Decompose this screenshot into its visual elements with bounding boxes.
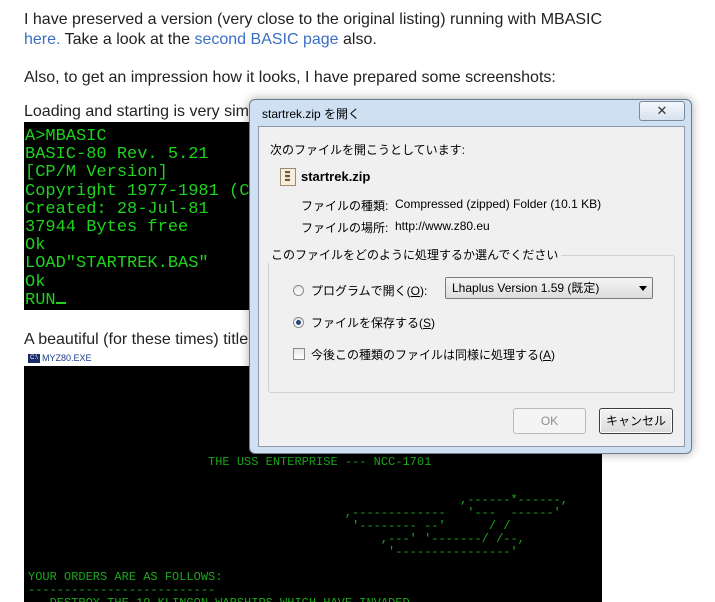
terminal-text: A>MBASIC BASIC-80 Rev. 5.21 [CP/M Versio… — [25, 127, 250, 310]
program-select[interactable]: Lhaplus Version 1.59 (既定) — [445, 277, 653, 299]
file-location-label: ファイルの場所: — [301, 221, 389, 235]
remember-choice-label[interactable]: 今後この種類のファイルは同様に処理する(A) — [311, 346, 555, 363]
ok-button[interactable]: OK — [513, 408, 586, 434]
screenshots-paragraph: Also, to get an impression how it looks,… — [24, 69, 556, 86]
save-file-label[interactable]: ファイルを保存する(S) — [311, 314, 435, 331]
action-question: このファイルをどのように処理するか選んでください — [268, 246, 562, 263]
dialog-body: 次のファイルを開こうとしています: startrek.zip ファイルの種類: … — [258, 126, 685, 447]
file-name: startrek.zip — [301, 169, 371, 184]
chevron-down-icon — [639, 286, 647, 291]
open-with-label[interactable]: プログラムで開く(O): — [311, 282, 427, 299]
cancel-button[interactable]: キャンセル — [599, 408, 673, 434]
file-type-label: ファイルの種類: — [301, 199, 389, 213]
zip-file-icon — [280, 168, 296, 186]
remember-choice-checkbox[interactable] — [293, 348, 305, 360]
save-file-radio[interactable] — [293, 317, 304, 328]
terminal-cursor — [55, 301, 66, 304]
dos-window-icon: C:\ — [28, 354, 40, 364]
close-button[interactable]: ✕ — [639, 101, 685, 121]
loading-paragraph: Loading and starting is very sim — [24, 103, 249, 120]
file-type-value: Compressed (zipped) Folder (10.1 KB) — [395, 197, 602, 211]
file-open-dialog: startrek.zip を開く ✕ 次のファイルを開こうとしています: sta… — [249, 99, 692, 454]
intro-paragraph: I have preserved a version (very close t… — [24, 11, 603, 48]
file-location-value: http://www.z80.eu — [395, 219, 490, 233]
title-paragraph: A beautiful (for these times) title — [24, 331, 249, 348]
dialog-intro-text: 次のファイルを開こうとしています: — [270, 143, 465, 157]
dialog-title: startrek.zip を開く — [262, 107, 361, 121]
second-basic-page-link[interactable]: second BASIC page — [194, 31, 338, 48]
open-with-radio[interactable] — [293, 285, 304, 296]
here-link[interactable]: here. — [24, 31, 60, 48]
startrek-title-screen-text: THE USS ENTERPRISE --- NCC-1701 ,------*… — [28, 455, 569, 602]
